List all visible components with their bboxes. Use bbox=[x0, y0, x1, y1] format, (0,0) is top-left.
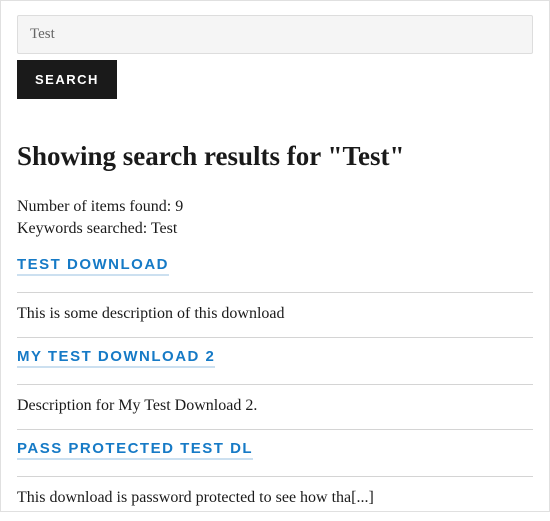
results-list: TEST DOWNLOAD This is some description o… bbox=[17, 256, 533, 521]
result-description: This is some description of this downloa… bbox=[17, 305, 533, 323]
divider bbox=[17, 476, 533, 477]
result-item: PASS PROTECTED TEST DL This download is … bbox=[17, 440, 533, 521]
result-description: Description for My Test Download 2. bbox=[17, 397, 533, 415]
result-description: This download is password protected to s… bbox=[17, 489, 533, 507]
result-item: TEST DOWNLOAD This is some description o… bbox=[17, 256, 533, 338]
result-title-link[interactable]: TEST DOWNLOAD bbox=[17, 256, 169, 276]
search-results-panel: SEARCH Showing search results for "Test"… bbox=[0, 0, 550, 512]
results-keywords: Keywords searched: Test bbox=[17, 220, 533, 238]
results-heading: Showing search results for "Test" bbox=[17, 141, 533, 172]
divider bbox=[17, 292, 533, 293]
divider bbox=[17, 384, 533, 385]
result-item: MY TEST DOWNLOAD 2 Description for My Te… bbox=[17, 348, 533, 430]
results-count: Number of items found: 9 bbox=[17, 198, 533, 216]
search-button[interactable]: SEARCH bbox=[17, 60, 117, 99]
result-title-link[interactable]: MY TEST DOWNLOAD 2 bbox=[17, 348, 215, 368]
result-title-link[interactable]: PASS PROTECTED TEST DL bbox=[17, 440, 253, 460]
search-input[interactable] bbox=[17, 15, 533, 54]
